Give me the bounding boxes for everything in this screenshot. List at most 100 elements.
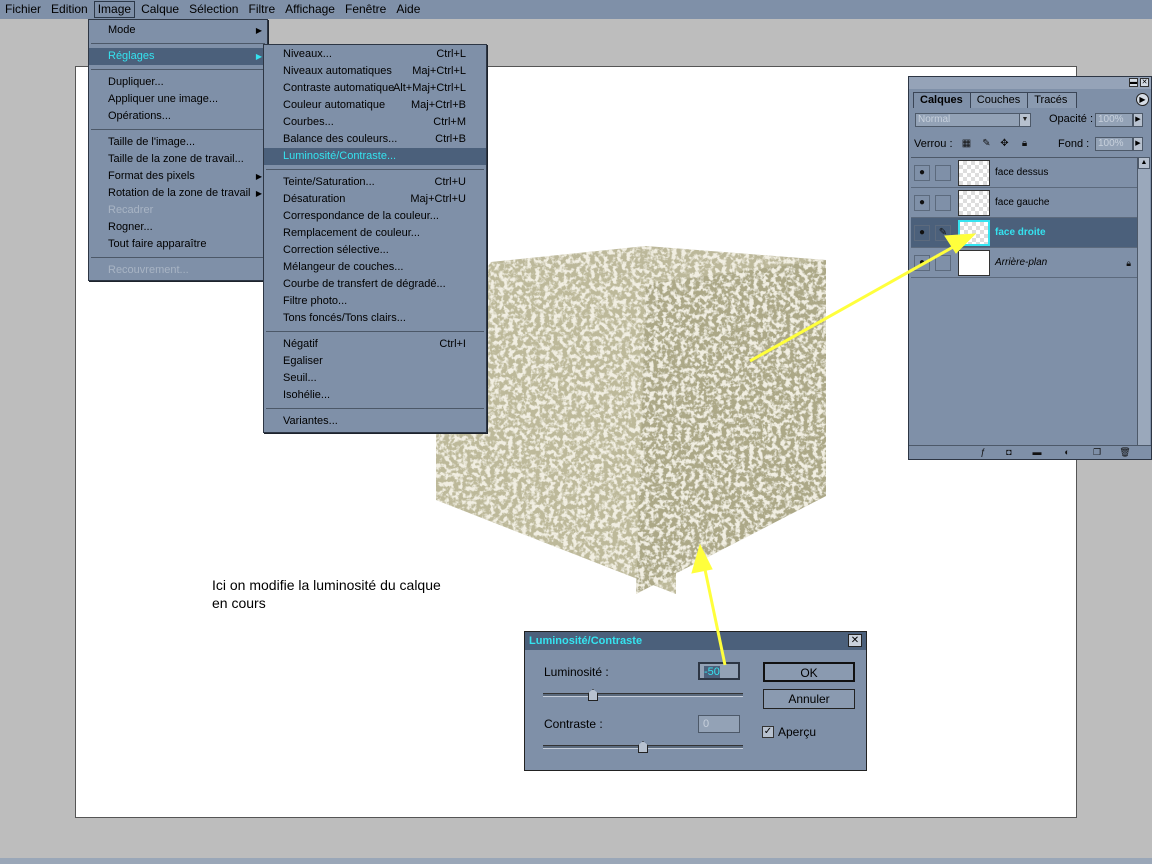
menu-item-melangeur-de-couches[interactable]: Mélangeur de couches... [264, 259, 486, 276]
layer-row[interactable]: ● face dessus [911, 158, 1137, 188]
layer-thumbnail[interactable] [958, 220, 990, 246]
opacity-field[interactable]: 100% [1095, 113, 1133, 127]
menu-item-couleur-automatique[interactable]: Couleur automatique Maj+Ctrl+B [264, 97, 486, 114]
new-layer-icon[interactable]: ❐ [1091, 447, 1103, 458]
menu-item-luminosite-contraste[interactable]: Luminosité/Contraste... [264, 148, 486, 165]
menu-item-isohelie[interactable]: Isohélie... [264, 387, 486, 404]
menu-item-teinte-saturation[interactable]: Teinte/Saturation... Ctrl+U [264, 174, 486, 191]
tab-calques[interactable]: Calques [913, 92, 973, 108]
menu-item-taille-de-l-image[interactable]: Taille de l'image... [89, 134, 267, 151]
menu-item-niveaux-automatiques[interactable]: Niveaux automatiques Maj+Ctrl+L [264, 63, 486, 80]
layer-group-icon[interactable]: ▬ [1031, 447, 1043, 458]
preview-checkbox[interactable]: ✓ [762, 726, 774, 738]
menu-item-courbe-de-transfert-de-degrade[interactable]: Courbe de transfert de dégradé... [264, 276, 486, 293]
menu-item-desaturation[interactable]: Désaturation Maj+Ctrl+U [264, 191, 486, 208]
menu-item-tons-fonces-tons-clairs[interactable]: Tons foncés/Tons clairs... [264, 310, 486, 327]
contrast-slider-handle[interactable] [638, 741, 648, 753]
menu-item-dupliquer[interactable]: Dupliquer... [89, 74, 267, 91]
menu-edition[interactable]: Edition [46, 0, 93, 19]
layers-panel-titlebar[interactable]: ▬ ✕ [909, 77, 1151, 89]
close-icon[interactable]: ✕ [1140, 78, 1149, 87]
layer-row[interactable]: ● Arrière-plan 🔒︎ [911, 248, 1137, 278]
menu-item-egaliser[interactable]: Egaliser [264, 353, 486, 370]
menu-item-negatif[interactable]: Négatif Ctrl+I [264, 336, 486, 353]
menu-item-correction-selective[interactable]: Correction sélective... [264, 242, 486, 259]
menu-affichage[interactable]: Affichage [280, 0, 340, 19]
menu-item-operations[interactable]: Opérations... [89, 108, 267, 125]
menu-item-rotation-de-la-zone-de-travail[interactable]: Rotation de la zone de travail ▶ [89, 185, 267, 202]
layer-thumbnail[interactable] [958, 160, 990, 186]
menu-item-mode[interactable]: Mode ▶ [89, 22, 267, 39]
panel-menu-icon[interactable]: ▶ [1136, 93, 1149, 106]
menu-item-filtre-photo[interactable]: Filtre photo... [264, 293, 486, 310]
menu-item-niveaux[interactable]: Niveaux... Ctrl+L [264, 46, 486, 63]
menu-item-label: Mode [108, 24, 136, 36]
menu-fenetre[interactable]: Fenêtre [340, 0, 391, 19]
opacity-arrow-icon[interactable]: ▶ [1133, 113, 1143, 127]
lock-all-icon[interactable]: 🔒︎ [1019, 138, 1030, 149]
menu-item-taille-de-la-zone-de-travail[interactable]: Taille de la zone de travail... [89, 151, 267, 168]
adjustment-layer-icon[interactable]: ◐ [1061, 447, 1073, 458]
layer-name[interactable]: face droite [995, 218, 1046, 248]
link-slot[interactable] [935, 165, 951, 181]
menu-item-balance-des-couleurs[interactable]: Balance des couleurs... Ctrl+B [264, 131, 486, 148]
fill-arrow-icon[interactable]: ▶ [1133, 137, 1143, 151]
menu-selection[interactable]: Sélection [184, 0, 243, 19]
tab-couches[interactable]: Couches [969, 92, 1031, 108]
layer-mask-icon[interactable]: ◘ [1003, 447, 1015, 458]
brightness-contrast-dialog: Luminosité/Contraste ✕ Luminosité : -50 … [524, 631, 867, 771]
layer-row[interactable]: ● ✎ face droite [911, 218, 1137, 248]
layer-name[interactable]: Arrière-plan [995, 248, 1047, 278]
cancel-button[interactable]: Annuler [763, 689, 855, 709]
menu-item-rogner[interactable]: Rogner... [89, 219, 267, 236]
menu-item-seuil[interactable]: Seuil... [264, 370, 486, 387]
menu-item-variantes[interactable]: Variantes... [264, 413, 486, 430]
layer-style-icon[interactable]: ƒ [977, 447, 989, 458]
menu-calque[interactable]: Calque [136, 0, 184, 19]
lock-move-icon[interactable]: ✥ [999, 138, 1010, 149]
ok-button[interactable]: OK [763, 662, 855, 682]
contrast-input[interactable]: 0 [698, 715, 740, 733]
menu-fichier[interactable]: Fichier [0, 0, 46, 19]
dialog-titlebar[interactable]: Luminosité/Contraste ✕ [525, 632, 866, 650]
layer-name[interactable]: face dessus [995, 158, 1048, 188]
menu-item-courbes[interactable]: Courbes... Ctrl+M [264, 114, 486, 131]
menu-item-remplacement-de-couleur[interactable]: Remplacement de couleur... [264, 225, 486, 242]
brush-icon[interactable]: ✎ [935, 225, 951, 241]
brightness-slider-handle[interactable] [588, 689, 598, 701]
menu-item-reglages[interactable]: Réglages ▶ [89, 48, 267, 65]
layer-name[interactable]: face gauche [995, 188, 1050, 218]
lock-paint-icon[interactable]: ✎ [981, 138, 992, 149]
eye-icon[interactable]: ● [914, 165, 930, 181]
blend-mode-select[interactable]: Normal ▼ [915, 113, 1031, 127]
layer-row[interactable]: ● face gauche [911, 188, 1137, 218]
menu-item-shortcut: Alt+Maj+Ctrl+L [392, 82, 466, 94]
lock-transparency-icon[interactable]: ▦ [961, 138, 972, 149]
brightness-input[interactable]: -50 [698, 662, 740, 680]
menu-item-correspondance-de-la-couleur[interactable]: Correspondance de la couleur... [264, 208, 486, 225]
minimize-icon[interactable]: ▬ [1129, 78, 1138, 87]
eye-icon[interactable]: ● [914, 255, 930, 271]
link-slot[interactable] [935, 195, 951, 211]
contrast-slider[interactable] [543, 741, 743, 753]
menu-item-tout-faire-apparaitre[interactable]: Tout faire apparaître [89, 236, 267, 253]
eye-icon[interactable]: ● [914, 225, 930, 241]
menu-item-format-des-pixels[interactable]: Format des pixels ▶ [89, 168, 267, 185]
menu-image[interactable]: Image [93, 0, 136, 19]
link-slot[interactable] [935, 255, 951, 271]
layer-thumbnail[interactable] [958, 190, 990, 216]
scroll-up-icon[interactable]: ▲ [1138, 157, 1150, 169]
menu-item-contraste-automatique[interactable]: Contraste automatique Alt+Maj+Ctrl+L [264, 80, 486, 97]
tab-traces[interactable]: Tracés [1027, 92, 1078, 108]
menu-aide[interactable]: Aide [391, 0, 425, 19]
layers-scrollbar[interactable]: ▲ [1137, 157, 1150, 445]
fill-field[interactable]: 100% [1095, 137, 1133, 151]
brightness-slider[interactable] [543, 689, 743, 701]
menu-item-label: Balance des couleurs... [283, 133, 398, 145]
close-icon[interactable]: ✕ [848, 634, 862, 647]
trash-icon[interactable]: 🗑︎ [1119, 447, 1131, 458]
menu-filtre[interactable]: Filtre [243, 0, 280, 19]
layer-thumbnail[interactable] [958, 250, 990, 276]
menu-item-appliquer-une-image[interactable]: Appliquer une image... [89, 91, 267, 108]
eye-icon[interactable]: ● [914, 195, 930, 211]
